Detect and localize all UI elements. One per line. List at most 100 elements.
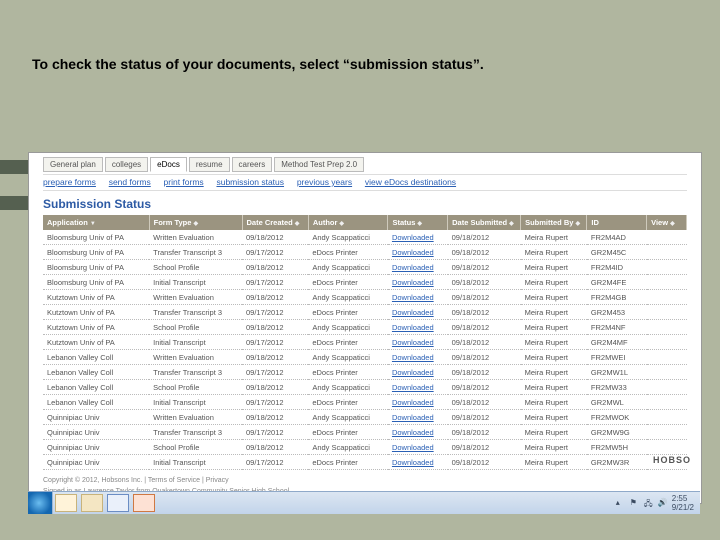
nav-view-destinations[interactable]: view eDocs destinations: [365, 177, 456, 187]
cell-datesubmitted: 09/18/2012: [448, 335, 521, 350]
cell-view: [647, 335, 687, 350]
cell-datecreated: 09/17/2012: [242, 245, 308, 260]
status-link[interactable]: Downloaded: [392, 443, 434, 452]
cell-id: FR2M4NF: [587, 320, 647, 335]
table-row: Kutztown Univ of PAWritten Evaluation09/…: [43, 290, 687, 305]
cell-view: [647, 440, 687, 455]
cell-datesubmitted: 09/18/2012: [448, 365, 521, 380]
nav-send-forms[interactable]: send forms: [109, 177, 151, 187]
cell-formtype: Initial Transcript: [149, 455, 242, 470]
nav-print-forms[interactable]: print forms: [164, 177, 204, 187]
status-link[interactable]: Downloaded: [392, 278, 434, 287]
cell-formtype: Initial Transcript: [149, 275, 242, 290]
cell-submittedby: Meira Rupert: [521, 440, 587, 455]
cell-datecreated: 09/17/2012: [242, 275, 308, 290]
cell-status: Downloaded: [388, 395, 448, 410]
cell-application: Kutztown Univ of PA: [43, 290, 149, 305]
cell-datecreated: 09/17/2012: [242, 335, 308, 350]
cell-datesubmitted: 09/18/2012: [448, 395, 521, 410]
tab-colleges[interactable]: colleges: [105, 157, 148, 172]
system-tray: ▴ ⚑ 🖧 🔊 2:559/21/2: [616, 494, 700, 512]
table-row: Quinnipiac UnivTransfer Transcript 309/1…: [43, 425, 687, 440]
cell-datesubmitted: 09/18/2012: [448, 380, 521, 395]
taskbar-word-icon[interactable]: [107, 494, 129, 512]
tray-time[interactable]: 2:559/21/2: [672, 494, 694, 512]
cell-id: FR2MW5H: [587, 440, 647, 455]
col-datecreated[interactable]: Date Created◆: [242, 215, 308, 230]
section-title: Submission Status: [43, 197, 687, 211]
col-datesubmitted[interactable]: Date Submitted◆: [448, 215, 521, 230]
tray-up-icon[interactable]: ▴: [616, 498, 626, 508]
table-row: Bloomsburg Univ of PASchool Profile09/18…: [43, 260, 687, 275]
status-link[interactable]: Downloaded: [392, 248, 434, 257]
taskbar-folder-icon[interactable]: [81, 494, 103, 512]
tray-sound-icon[interactable]: 🔊: [658, 498, 668, 508]
col-view[interactable]: View◆: [647, 215, 687, 230]
status-link[interactable]: Downloaded: [392, 323, 434, 332]
cell-id: GR2MWL: [587, 395, 647, 410]
status-link[interactable]: Downloaded: [392, 368, 434, 377]
cell-author: eDocs Printer: [308, 425, 388, 440]
col-author[interactable]: Author◆: [308, 215, 388, 230]
nav-submission-status[interactable]: submission status: [216, 177, 284, 187]
cell-status: Downloaded: [388, 320, 448, 335]
accent-bar: [0, 160, 28, 174]
col-formtype[interactable]: Form Type◆: [149, 215, 242, 230]
col-status[interactable]: Status◆: [388, 215, 448, 230]
tab-testprep[interactable]: Method Test Prep 2.0: [274, 157, 364, 172]
col-submittedby[interactable]: Submitted By◆: [521, 215, 587, 230]
cell-view: [647, 290, 687, 305]
subnav: prepare forms send forms print forms sub…: [43, 174, 687, 191]
cell-author: eDocs Printer: [308, 365, 388, 380]
tab-general[interactable]: General plan: [43, 157, 103, 172]
tab-edocs[interactable]: eDocs: [150, 157, 187, 172]
cell-submittedby: Meira Rupert: [521, 305, 587, 320]
cell-submittedby: Meira Rupert: [521, 245, 587, 260]
tab-resume[interactable]: resume: [189, 157, 230, 172]
status-link[interactable]: Downloaded: [392, 308, 434, 317]
cell-view: [647, 245, 687, 260]
table-row: Lebanon Valley CollSchool Profile09/18/2…: [43, 380, 687, 395]
cell-datecreated: 09/18/2012: [242, 290, 308, 305]
windows-taskbar: ▴ ⚑ 🖧 🔊 2:559/21/2: [28, 491, 700, 514]
cell-datecreated: 09/18/2012: [242, 410, 308, 425]
cell-application: Lebanon Valley Coll: [43, 380, 149, 395]
cell-datesubmitted: 09/18/2012: [448, 305, 521, 320]
taskbar-powerpoint-icon[interactable]: [133, 494, 155, 512]
status-link[interactable]: Downloaded: [392, 428, 434, 437]
table-row: Quinnipiac UnivInitial Transcript09/17/2…: [43, 455, 687, 470]
table-row: Quinnipiac UnivWritten Evaluation09/18/2…: [43, 410, 687, 425]
cell-submittedby: Meira Rupert: [521, 320, 587, 335]
status-link[interactable]: Downloaded: [392, 263, 434, 272]
status-link[interactable]: Downloaded: [392, 293, 434, 302]
taskbar-outlook-icon[interactable]: [55, 494, 77, 512]
tab-careers[interactable]: careers: [232, 157, 273, 172]
cell-formtype: Written Evaluation: [149, 410, 242, 425]
slide-headline: To check the status of your documents, s…: [32, 56, 484, 72]
nav-previous-years[interactable]: previous years: [297, 177, 352, 187]
cell-author: Andy Scappaticci: [308, 290, 388, 305]
status-link[interactable]: Downloaded: [392, 458, 434, 467]
start-button[interactable]: [28, 492, 53, 514]
nav-prepare-forms[interactable]: prepare forms: [43, 177, 96, 187]
col-application[interactable]: Application▼: [43, 215, 149, 230]
cell-view: [647, 365, 687, 380]
cell-status: Downloaded: [388, 290, 448, 305]
status-link[interactable]: Downloaded: [392, 398, 434, 407]
col-id[interactable]: ID: [587, 215, 647, 230]
browser-window: General plancollegeseDocsresumecareersMe…: [28, 152, 702, 504]
tray-flag-icon[interactable]: ⚑: [630, 498, 640, 508]
tray-network-icon[interactable]: 🖧: [644, 498, 654, 508]
submission-table: Application▼ Form Type◆ Date Created◆ Au…: [43, 215, 687, 470]
status-link[interactable]: Downloaded: [392, 413, 434, 422]
status-link[interactable]: Downloaded: [392, 383, 434, 392]
cell-status: Downloaded: [388, 380, 448, 395]
status-link[interactable]: Downloaded: [392, 233, 434, 242]
status-link[interactable]: Downloaded: [392, 353, 434, 362]
cell-formtype: Transfer Transcript 3: [149, 425, 242, 440]
table-row: Kutztown Univ of PASchool Profile09/18/2…: [43, 320, 687, 335]
app-tabs: General plancollegeseDocsresumecareersMe…: [29, 153, 701, 174]
cell-id: FR2M4AD: [587, 230, 647, 245]
cell-view: [647, 260, 687, 275]
status-link[interactable]: Downloaded: [392, 338, 434, 347]
